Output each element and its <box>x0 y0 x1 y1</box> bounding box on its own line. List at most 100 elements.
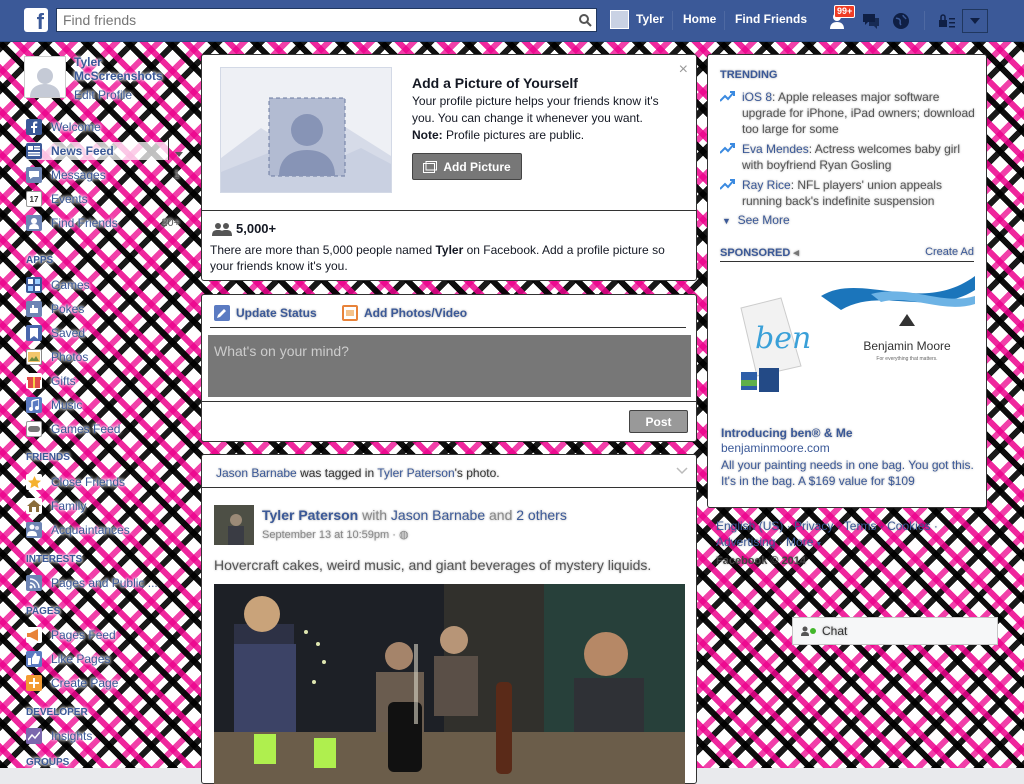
others-link[interactable]: 2 others <box>516 507 567 523</box>
pages-header: PAGES <box>26 606 61 617</box>
tab-update-status[interactable]: Update Status <box>214 305 317 321</box>
globe-icon: ◍ <box>398 529 409 541</box>
people-icon <box>26 522 42 538</box>
user-name-link[interactable]: Tyler <box>636 12 664 26</box>
footer-links-line[interactable]: English (US) · Privacy · Terms · Cookies… <box>716 518 981 534</box>
sidebar-item-news-feed[interactable]: News Feed <box>26 142 168 160</box>
gift-icon <box>26 373 42 389</box>
profile-placeholder-illustration <box>220 67 392 193</box>
timestamp-text[interactable]: September 13 at 10:59pm · <box>262 529 399 541</box>
context-text: was tagged in <box>296 466 378 480</box>
story-options-icon[interactable] <box>676 464 688 478</box>
sidebar-item-pages-feed[interactable]: Pages Feed <box>26 626 190 644</box>
sidebar-item-insights[interactable]: Insights <box>26 727 190 745</box>
megaphone-icon: ◂ <box>793 247 799 259</box>
tagged-friend-link[interactable]: Jason Barnabe <box>391 507 485 523</box>
sponsored-header: SPONSORED ◂ <box>720 246 799 259</box>
sidebar-item-label: Messages <box>51 168 106 182</box>
author-link[interactable]: Tyler Paterson <box>262 507 358 523</box>
news-feed-options-icon[interactable] <box>175 146 183 160</box>
trending-item[interactable]: Ray Rice: NFL players' union appeals run… <box>720 177 978 209</box>
developer-header: DEVELOPER <box>26 707 88 718</box>
find-friends-link[interactable]: Find Friends <box>735 12 807 26</box>
left-nav: Tyler McScreenshots Edit Profile Welcome… <box>0 42 196 768</box>
chevron-down-icon: ▼ <box>813 541 823 548</box>
messages-jewel-icon[interactable] <box>860 10 882 32</box>
search-icon[interactable] <box>574 9 596 31</box>
news-feed-icon <box>26 143 42 159</box>
sidebar-item-gifts[interactable]: Gifts <box>26 372 190 390</box>
context-actor-link[interactable]: Jason Barnabe <box>216 466 297 480</box>
add-picture-label: Add Picture <box>443 159 511 174</box>
sidebar-item-saved[interactable]: Saved <box>26 324 190 342</box>
nav-divider <box>672 11 673 30</box>
trending-item[interactable]: iOS 8: Apple releases major software upg… <box>720 89 978 137</box>
people-count: 5,000+ <box>212 221 276 236</box>
sidebar-item-label: Events <box>51 192 88 206</box>
sidebar-item-label: Saved <box>51 326 86 340</box>
apps-header: APPS <box>26 255 54 266</box>
sidebar-item-label: Find Friends <box>51 216 118 230</box>
ad-title-link[interactable]: Introducing ben® & Me <box>721 426 853 440</box>
footer-links-line[interactable]: Advertising · More ▼ <box>716 534 981 553</box>
sidebar-item-find-friends[interactable]: Find Friends 20+ <box>26 214 190 232</box>
sidebar-item-label: Like Pages <box>51 652 111 666</box>
sidebar-item-games-feed[interactable]: Games Feed <box>26 420 190 438</box>
home-link[interactable]: Home <box>683 12 716 26</box>
copyright: Facebook © 2014 <box>716 555 807 567</box>
star-icon <box>26 474 42 490</box>
and-text: and <box>485 507 517 523</box>
author-avatar[interactable] <box>214 505 254 545</box>
post-button[interactable]: Post <box>629 410 688 433</box>
sidebar-item-family[interactable]: Family <box>26 497 190 515</box>
sidebar-item-label: Games Feed <box>51 422 121 436</box>
privacy-shortcuts-icon[interactable] <box>936 10 958 32</box>
story-text: Hovercraft cakes, weird music, and giant… <box>214 557 652 573</box>
see-more-link[interactable]: ▼ See More <box>722 213 790 227</box>
chat-status-icon <box>801 626 816 636</box>
music-icon <box>26 397 42 413</box>
ad-url[interactable]: benjaminmoore.com <box>721 441 830 455</box>
trending-arrow-icon <box>720 179 735 190</box>
picture-icon <box>423 160 438 173</box>
sidebar-item-events[interactable]: 17 Events <box>26 190 190 208</box>
context-text: 's photo. <box>454 466 500 480</box>
ad-image[interactable]: ben Benjamin Moore For everything that m… <box>721 276 975 401</box>
notifications-globe-icon[interactable] <box>890 10 912 32</box>
tab-label: Add Photos/Video <box>364 306 468 320</box>
trending-item[interactable]: Eva Mendes: Actress welcomes baby girl w… <box>720 141 978 173</box>
profile-name-link[interactable]: Tyler McScreenshots <box>74 55 184 83</box>
gamepad-icon <box>26 421 42 437</box>
sidebar-item-like-pages[interactable]: Like Pages <box>26 650 190 668</box>
facebook-logo[interactable]: f <box>24 8 48 32</box>
story-photo[interactable] <box>214 584 685 784</box>
sidebar-item-close-friends[interactable]: Close Friends <box>26 473 190 491</box>
context-owner-link[interactable]: Tyler Paterson <box>377 466 454 480</box>
tab-add-photos-video[interactable]: Add Photos/Video <box>342 305 467 321</box>
edit-profile-link[interactable]: Edit Profile <box>74 88 132 102</box>
chat-bar[interactable]: Chat <box>792 617 998 645</box>
sidebar-item-photos[interactable]: Photos <box>26 348 190 366</box>
close-icon[interactable]: × <box>679 62 688 78</box>
sidebar-item-messages[interactable]: Messages 1 <box>26 166 190 184</box>
user-avatar[interactable] <box>610 10 629 29</box>
sidebar-item-games[interactable]: Games <box>26 276 190 294</box>
search-input[interactable] <box>57 9 569 31</box>
description-text: Your profile picture helps your friends … <box>412 94 659 125</box>
nav-divider <box>168 138 169 160</box>
sidebar-item-pages-public[interactable]: Pages and Public ... <box>26 574 190 592</box>
create-ad-link[interactable]: Create Ad <box>925 246 974 258</box>
add-picture-button[interactable]: Add Picture <box>412 153 522 180</box>
sidebar-item-create-page[interactable]: Create Page <box>26 674 190 692</box>
card-title: Add a Picture of Yourself <box>412 75 578 91</box>
sidebar-item-welcome[interactable]: Welcome <box>26 118 190 136</box>
profile-picture[interactable] <box>24 56 66 98</box>
with-text: with <box>358 507 391 523</box>
account-menu-button[interactable] <box>962 9 988 33</box>
trending-arrow-icon <box>720 143 735 154</box>
sidebar-item-label: Gifts <box>51 374 76 388</box>
sidebar-item-acquaintances[interactable]: Acquaintances <box>26 521 190 539</box>
sidebar-item-pokes[interactable]: Pokes <box>26 300 190 318</box>
status-input[interactable]: What's on your mind? <box>208 335 691 397</box>
sidebar-item-music[interactable]: Music <box>26 396 190 414</box>
